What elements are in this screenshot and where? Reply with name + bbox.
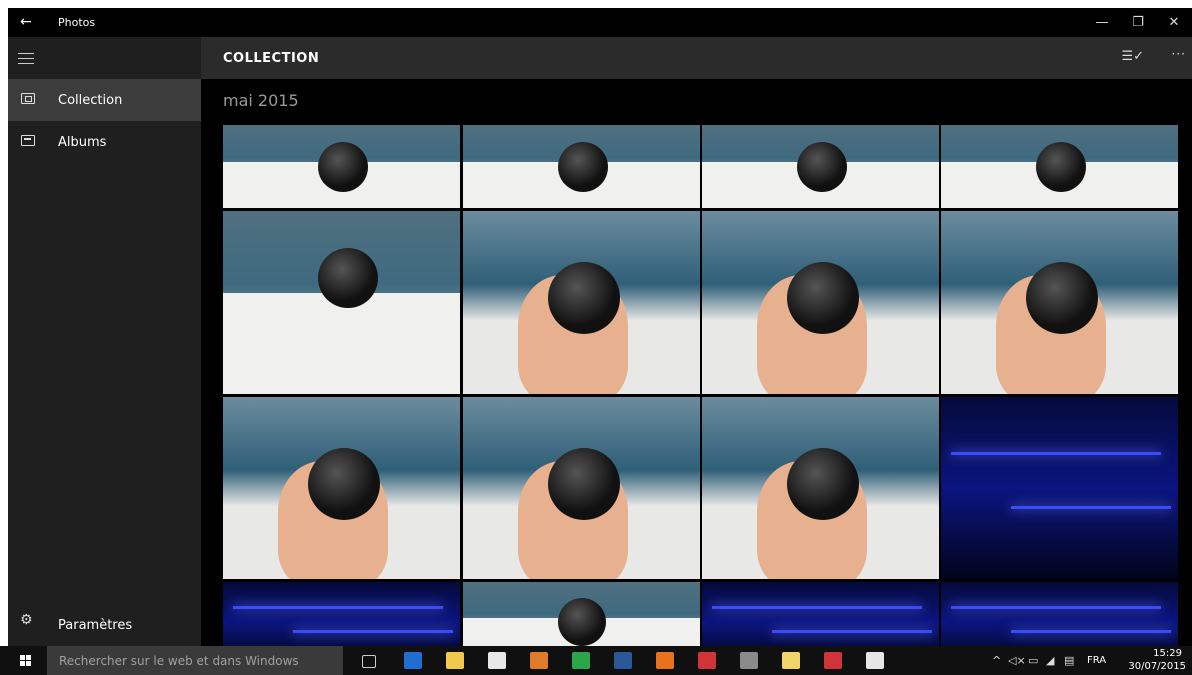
language-indicator[interactable]: FRA: [1087, 655, 1106, 666]
photo-thumbnail[interactable]: [463, 125, 700, 208]
network-icon[interactable]: ◢: [1046, 654, 1054, 667]
photo-thumbnail[interactable]: [463, 397, 700, 579]
sidebar-item-albums[interactable]: Albums: [8, 121, 201, 163]
notifications-icon[interactable]: ▤: [1064, 654, 1074, 667]
albums-icon: [21, 135, 35, 146]
sidebar-item-label: Paramètres: [58, 618, 133, 633]
chrome-icon[interactable]: [572, 652, 590, 669]
sidebar-item-settings[interactable]: ⚙ Paramètres: [8, 604, 201, 646]
photo-thumbnail[interactable]: [463, 582, 700, 646]
photo-thumbnail[interactable]: [702, 397, 939, 579]
windows-start-icon[interactable]: [20, 655, 32, 667]
recorder-icon[interactable]: [824, 652, 842, 669]
page-header: COLLECTION ☰✓ ···: [201, 37, 1192, 79]
word-icon[interactable]: [614, 652, 632, 669]
clock-date[interactable]: 30/07/2015: [1128, 661, 1186, 672]
media-player-icon[interactable]: [530, 652, 548, 669]
photos-app-window: ← Photos — ❐ ✕ Collection Albums ⚙ Param…: [8, 8, 1192, 646]
photo-thumbnail[interactable]: [702, 211, 939, 394]
taskbar-search-box[interactable]: Rechercher sur le web et dans Windows: [47, 646, 343, 675]
minimize-icon[interactable]: —: [1084, 12, 1120, 34]
sidebar-item-label: Albums: [58, 135, 107, 150]
photo-thumbnail[interactable]: [223, 582, 460, 646]
date-group-header: mai 2015: [223, 91, 299, 110]
edge-icon[interactable]: [404, 652, 422, 669]
chevron-up-icon[interactable]: ^: [992, 654, 1001, 667]
photo-grid: [223, 125, 1178, 646]
photo-thumbnail[interactable]: [941, 211, 1178, 394]
app-title: Photos: [58, 16, 96, 29]
photo-thumbnail[interactable]: [702, 125, 939, 208]
acrobat-icon[interactable]: [698, 652, 716, 669]
sidebar-item-label: Collection: [58, 93, 123, 108]
sidebar-item-collection[interactable]: Collection: [8, 79, 201, 121]
clock-time[interactable]: 15:29: [1153, 648, 1182, 659]
select-icon[interactable]: ☰✓: [1121, 49, 1144, 64]
photo-thumbnail[interactable]: [941, 397, 1178, 579]
photo-thumbnail[interactable]: [941, 582, 1178, 646]
sidebar: Collection Albums ⚙ Paramètres: [8, 37, 201, 646]
app-icon[interactable]: [740, 652, 758, 669]
collection-icon: [21, 93, 35, 104]
arrow-left-icon[interactable]: ←: [20, 14, 36, 30]
photo-thumbnail[interactable]: [223, 125, 460, 208]
gear-icon: ⚙: [20, 612, 33, 628]
restore-icon[interactable]: ❐: [1120, 12, 1156, 34]
photos-icon[interactable]: [866, 652, 884, 669]
title-bar: ← Photos — ❐ ✕: [8, 8, 1192, 37]
photo-thumbnail[interactable]: [223, 211, 460, 394]
hamburger-icon[interactable]: [18, 49, 38, 67]
photo-thumbnail[interactable]: [702, 582, 939, 646]
search-placeholder: Rechercher sur le web et dans Windows: [59, 654, 299, 668]
taskbar: Rechercher sur le web et dans Windows ^ …: [0, 646, 1192, 675]
battery-icon[interactable]: ▭: [1028, 654, 1038, 667]
file-explorer-icon[interactable]: [446, 652, 464, 669]
volume-icon[interactable]: ◁×: [1008, 654, 1026, 667]
main-content: COLLECTION ☰✓ ··· mai 2015: [201, 37, 1192, 646]
store-icon[interactable]: [488, 652, 506, 669]
photo-thumbnail[interactable]: [941, 125, 1178, 208]
more-icon[interactable]: ···: [1172, 47, 1186, 61]
close-icon[interactable]: ✕: [1156, 12, 1192, 34]
task-view-icon[interactable]: [362, 655, 376, 668]
photo-thumbnail[interactable]: [223, 397, 460, 579]
page-title: COLLECTION: [223, 51, 320, 66]
firefox-icon[interactable]: [656, 652, 674, 669]
sticky-notes-icon[interactable]: [782, 652, 800, 669]
photo-thumbnail[interactable]: [463, 211, 700, 394]
system-tray: ^ ◁× ▭ ◢ ▤ FRA 15:29 30/07/2015: [982, 646, 1192, 675]
